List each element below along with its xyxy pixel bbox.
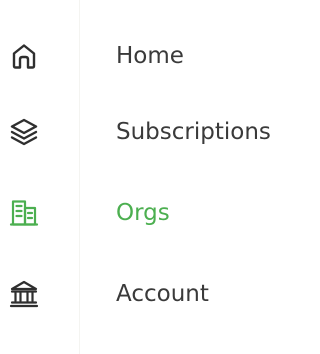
sidebar-item-subscriptions[interactable]: Subscriptions — [0, 100, 307, 164]
sidebar-item-account[interactable]: Account — [0, 262, 307, 326]
sidebar-item-orgs[interactable]: Orgs — [0, 181, 307, 245]
building-icon — [8, 197, 40, 229]
sidebar-item-label: Subscriptions — [116, 119, 271, 145]
sidebar-item-label: Orgs — [116, 200, 170, 226]
sidebar-item-label: Account — [116, 281, 209, 307]
layers-icon — [8, 116, 40, 148]
sidebar-nav: Home Subscriptions Orgs Account — [0, 0, 307, 354]
home-icon — [8, 40, 40, 72]
sidebar-item-label: Home — [116, 43, 184, 69]
bank-icon — [8, 278, 40, 310]
sidebar-item-home[interactable]: Home — [0, 24, 307, 88]
